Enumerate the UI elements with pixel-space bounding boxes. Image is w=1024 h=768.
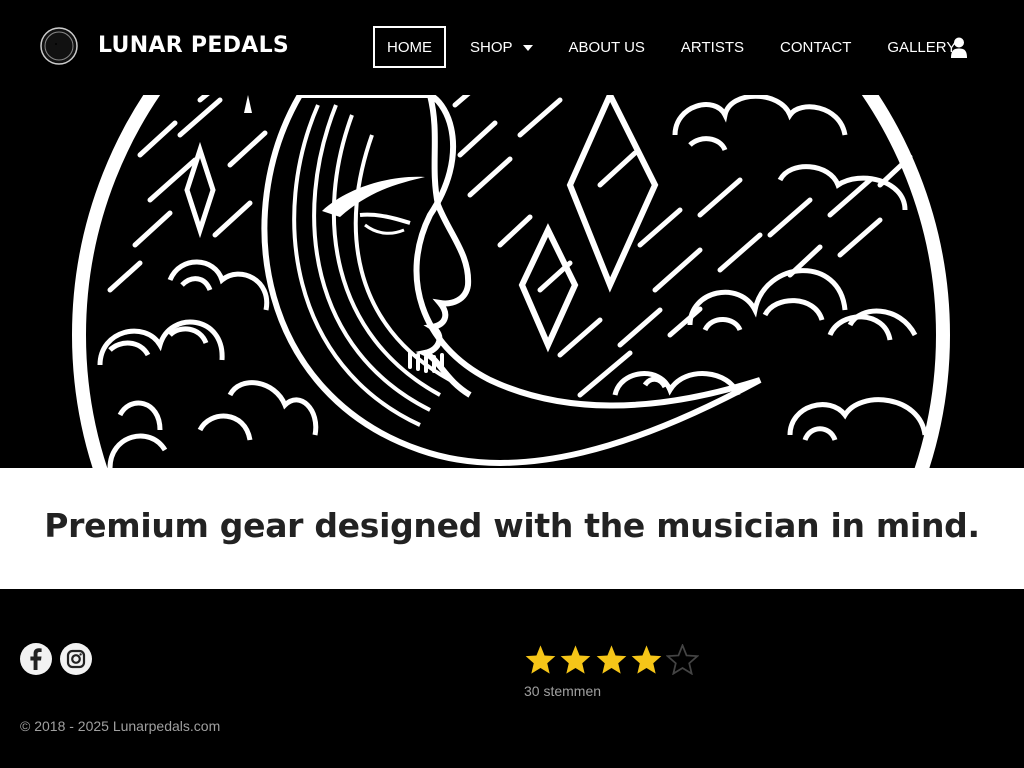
brand-name[interactable]: LUNAR PEDALS xyxy=(98,33,289,58)
chevron-down-icon xyxy=(522,44,533,51)
nav-artists-label: ARTISTS xyxy=(680,38,744,56)
nav-about-us[interactable]: ABOUT US xyxy=(557,26,657,68)
instagram-link[interactable] xyxy=(60,643,92,675)
star-filled-icon[interactable] xyxy=(595,644,628,675)
crescent-moon-illustration xyxy=(0,95,1024,468)
site-header: LUNAR PEDALS HOME SHOP ABOUT US ARTISTS … xyxy=(0,0,1024,95)
votes-count: 30 stemmen xyxy=(524,683,602,699)
facebook-icon xyxy=(30,648,42,670)
site-footer: © 2018 - 2025 Lunarpedals.com 30 stemmen xyxy=(0,589,1024,768)
facebook-link[interactable] xyxy=(20,643,52,675)
nav-contact[interactable]: CONTACT xyxy=(768,26,863,68)
star-rating[interactable] xyxy=(524,644,701,675)
tagline-heading: Premium gear designed with the musician … xyxy=(44,506,980,545)
user-icon[interactable] xyxy=(948,36,970,60)
nav-contact-label: CONTACT xyxy=(780,38,852,56)
star-filled-icon[interactable] xyxy=(524,644,557,675)
instagram-icon xyxy=(66,649,86,669)
moon-logo-icon[interactable] xyxy=(40,27,78,65)
tagline-section: Premium gear designed with the musician … xyxy=(0,468,1024,589)
nav-gallery-label: GALLERY xyxy=(887,38,957,56)
nav-home[interactable]: HOME xyxy=(373,26,446,68)
star-filled-icon[interactable] xyxy=(630,644,663,675)
nav-home-label: HOME xyxy=(387,38,432,56)
main-nav: HOME SHOP ABOUT US ARTISTS CONTACT GALLE… xyxy=(373,26,980,68)
star-empty-icon[interactable] xyxy=(665,644,699,675)
nav-artists[interactable]: ARTISTS xyxy=(669,26,756,68)
copyright-text: © 2018 - 2025 Lunarpedals.com xyxy=(20,718,221,734)
hero-banner xyxy=(0,95,1024,468)
nav-about-label: ABOUT US xyxy=(568,38,645,56)
nav-shop-label: SHOP xyxy=(470,38,513,56)
star-filled-icon[interactable] xyxy=(559,644,592,675)
nav-shop[interactable]: SHOP xyxy=(458,26,545,68)
